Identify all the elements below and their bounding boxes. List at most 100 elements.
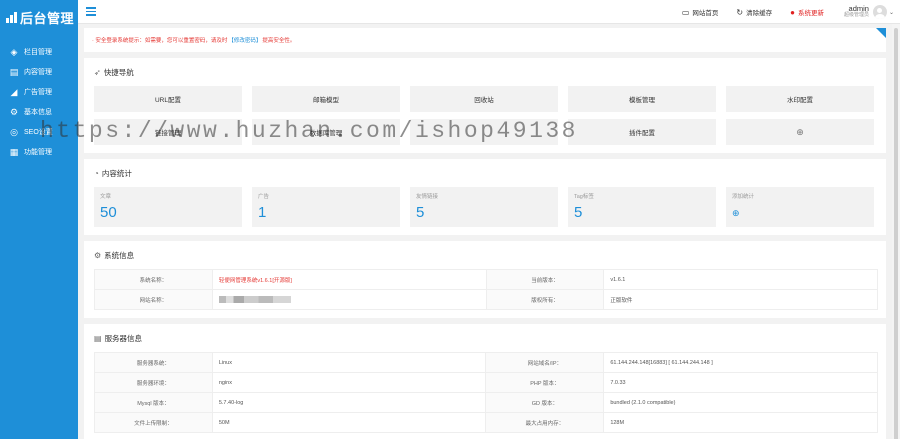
scrollbar[interactable] — [892, 24, 900, 439]
info-value: 61.144.244.148[16883] [ 61.144.244.148 ] — [603, 352, 878, 373]
quick-nav-item[interactable]: URL配置 — [94, 86, 242, 112]
topbar: ▭ 网站首页 ↻ 清除缓存 ● 系统更新 admin 超级管理员 ⌄ — [78, 0, 900, 24]
table-row: 系统名称： 轻便网管理系统v1.6.1[开源版] 当前版本： v1.6.1 — [94, 269, 878, 290]
quick-nav-panel: ➶ 快捷导航 URL配置 邮箱模型 回收站 模板管理 水印配置 链接管理 数据库… — [84, 58, 886, 153]
sidebar: 后台管理 ◈ 栏目管理 ▤ 内容管理 ◢ 广告管理 ⚙ 基本信息 ◎ SEO设置… — [0, 0, 78, 439]
info-key: 服务器环境： — [94, 372, 213, 393]
redacted-site-name — [218, 296, 291, 303]
clear-cache-link[interactable]: ↻ 清除缓存 — [736, 7, 772, 18]
sidebar-item-seo[interactable]: ◎ SEO设置 — [0, 122, 78, 142]
stat-label: 添加统计 — [732, 194, 755, 200]
stat-card-add[interactable]: 添加统计 ⊕ — [726, 187, 874, 227]
info-value: 7.0.33 — [603, 372, 878, 393]
info-key: 网站名称： — [94, 289, 213, 310]
info-value: nginx — [211, 372, 487, 393]
user-role: 超级管理员 — [843, 12, 869, 19]
table-row: 服务器环境： nginx PHP 版本： 7.0.33 — [94, 372, 878, 393]
sidebar-item-basic-info[interactable]: ⚙ 基本信息 — [0, 102, 78, 122]
system-info-table: 系统名称： 轻便网管理系统v1.6.1[开源版] 当前版本： v1.6.1 网站… — [94, 269, 878, 310]
logo-bars-icon — [6, 11, 17, 23]
table-row: 服务器系统： Linux 网站域名/IP： 61.144.244.148[168… — [94, 352, 878, 373]
info-value: 50M — [211, 412, 487, 433]
chevron-down-icon: ⌄ — [888, 9, 894, 16]
gear-icon: ⚙ — [9, 106, 19, 117]
alert-icon: ● — [790, 7, 795, 17]
sidebar-item-label: 内容管理 — [24, 69, 52, 76]
info-key: GD 版本： — [485, 392, 605, 413]
server-icon: ▤ — [94, 333, 102, 343]
system-update-label: 系统更新 — [797, 10, 824, 17]
info-key: 系统名称： — [94, 269, 213, 290]
notice-suffix: 提高安全性。 — [262, 38, 296, 44]
info-value: bundled (2.1.0 compatible) — [603, 392, 878, 413]
stat-label: 广告 — [258, 194, 270, 200]
panel-title: 服务器信息 — [104, 333, 143, 343]
info-key: 最大占用内存： — [485, 412, 605, 433]
menu-toggle-icon[interactable] — [86, 7, 96, 16]
main-content: · 安全登录系统提示：如需要，您可以重置密码，请及时 【修改密码】 提高安全性。… — [84, 28, 886, 439]
layers-icon: ◈ — [10, 46, 18, 57]
system-update-link[interactable]: ● 系统更新 — [790, 7, 824, 18]
stat-card-tags[interactable]: Tag标签 5 — [568, 187, 716, 227]
user-menu[interactable]: admin 超级管理员 ⌄ — [843, 4, 894, 19]
quick-nav-item[interactable]: 邮箱模型 — [252, 86, 400, 112]
system-info-panel: ⚙ 系统信息 系统名称： 轻便网管理系统v1.6.1[开源版] 当前版本： v1… — [84, 241, 886, 318]
add-quick-nav-button[interactable]: ⊕ — [726, 119, 874, 145]
table-row: 文件上传限制： 50M 最大占用内存： 128M — [94, 412, 878, 433]
monitor-icon: ▭ — [681, 7, 690, 17]
quick-nav-item[interactable]: 插件配置 — [568, 119, 716, 145]
quick-nav-item[interactable] — [410, 119, 558, 145]
info-value: 128M — [603, 412, 878, 433]
quick-nav-item[interactable]: 数据库管理 — [252, 119, 400, 145]
quick-nav-item[interactable]: 模板管理 — [568, 86, 716, 112]
sidebar-item-label: 广告管理 — [24, 89, 52, 96]
panel-title: 快捷导航 — [103, 67, 134, 77]
server-info-header: ▤ 服务器信息 — [84, 324, 886, 352]
quick-nav-header: ➶ 快捷导航 — [84, 58, 886, 86]
sidebar-item-label: 基本信息 — [24, 109, 52, 116]
plus-circle-icon: ⊕ — [796, 126, 804, 137]
table-row: Mysql 版本： 5.7.40-log GD 版本： bundled (2.1… — [94, 392, 878, 413]
info-value: 5.7.40-log — [211, 392, 487, 413]
gear-icon: ⚙ — [94, 250, 102, 260]
change-password-link[interactable]: 【修改密码】 — [228, 36, 261, 44]
stat-value: 5 — [574, 204, 583, 221]
stat-value: 1 — [258, 204, 267, 221]
stat-value: 5 — [416, 204, 425, 221]
corner-flag-icon — [876, 28, 886, 38]
info-value: Linux — [211, 352, 487, 373]
sidebar-item-ads[interactable]: ◢ 广告管理 — [0, 82, 78, 102]
info-key: 服务器系统： — [94, 352, 213, 373]
stat-value: 50 — [100, 204, 117, 221]
info-key: Mysql 版本： — [94, 392, 213, 413]
scrollbar-thumb[interactable] — [894, 28, 898, 439]
server-info-table: 服务器系统： Linux 网站域名/IP： 61.144.244.148[168… — [94, 352, 878, 433]
quick-nav-item[interactable]: 回收站 — [410, 86, 558, 112]
sidebar-item-label: 栏目管理 — [24, 49, 52, 56]
info-key: 网站域名/IP： — [485, 352, 605, 373]
megaphone-icon: ◢ — [10, 86, 18, 97]
stat-label: 友情链接 — [416, 194, 439, 200]
info-value: 轻便网管理系统v1.6.1[开源版] — [211, 269, 487, 290]
content-stats-header: ◔ 内容统计 — [84, 159, 886, 187]
sidebar-item-columns[interactable]: ◈ 栏目管理 — [0, 42, 78, 62]
system-info-header: ⚙ 系统信息 — [84, 241, 886, 269]
logo[interactable]: 后台管理 — [0, 0, 78, 34]
sidebar-item-content[interactable]: ▤ 内容管理 — [0, 62, 78, 82]
sidebar-item-functions[interactable]: ▦ 功能管理 — [0, 142, 78, 162]
stat-card-links[interactable]: 友情链接 5 — [410, 187, 558, 227]
stat-card-ads[interactable]: 广告 1 — [252, 187, 400, 227]
stats-grid: 文章 50 广告 1 友情链接 5 Tag标签 5 添加统计 ⊕ — [94, 187, 876, 227]
stat-card-articles[interactable]: 文章 50 — [94, 187, 242, 227]
search-icon: ◎ — [10, 126, 18, 137]
site-home-link[interactable]: ▭ 网站首页 — [681, 7, 719, 18]
quick-nav-item[interactable]: 链接管理 — [94, 119, 242, 145]
quick-nav-item[interactable]: 水印配置 — [726, 86, 874, 112]
stat-label: 文章 — [100, 194, 112, 200]
refresh-icon: ↻ — [736, 7, 744, 17]
logo-text: 后台管理 — [20, 10, 75, 26]
avatar — [872, 5, 887, 19]
info-key: 版权所有： — [485, 289, 605, 310]
notice-prefix: · 安全登录系统提示：如需要，您可以重置密码，请及时 — [92, 38, 228, 44]
sidebar-item-label: SEO设置 — [24, 129, 53, 136]
